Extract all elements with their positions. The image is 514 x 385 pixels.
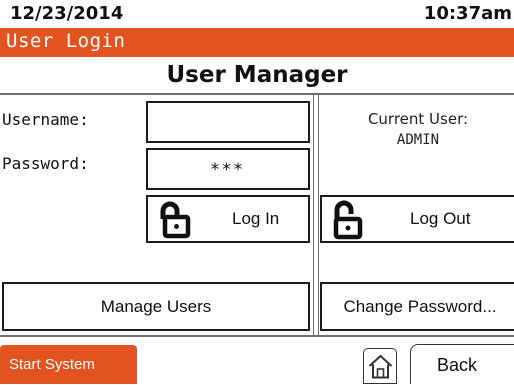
password-label: Password: [2, 154, 89, 173]
username-field[interactable] [146, 101, 310, 143]
footer-divider [0, 335, 514, 337]
screen-header-title: User Login [6, 30, 126, 52]
password-value: *** [210, 160, 246, 180]
current-user-label: Current User: [367, 110, 469, 128]
home-icon [367, 353, 394, 380]
start-system-button[interactable]: Start System [0, 345, 137, 384]
lock-icon [154, 200, 194, 240]
manage-users-label: Manage Users [100, 296, 212, 316]
logout-button-label: Log Out [410, 209, 471, 228]
login-button[interactable]: Log In [146, 195, 310, 243]
screen-header: User Login [0, 28, 514, 57]
status-bar: 12/23/2014 10:37am [0, 0, 514, 28]
current-user-value: ADMIN [396, 132, 440, 148]
change-password-label: Change Password... [343, 296, 497, 316]
page-title: User Manager [166, 62, 348, 88]
login-button-label: Log In [232, 209, 280, 228]
status-time: 10:37am [423, 3, 512, 24]
home-button[interactable] [363, 348, 397, 384]
back-button[interactable]: Back [410, 344, 514, 384]
password-field[interactable]: *** [146, 148, 310, 190]
change-password-button[interactable]: Change Password... [320, 282, 514, 331]
panel-divider [313, 95, 319, 335]
manage-users-button[interactable]: Manage Users [2, 282, 310, 331]
page-title-bar: User Manager [0, 57, 514, 95]
unlock-icon [328, 200, 368, 240]
status-date: 12/23/2014 [10, 3, 124, 24]
username-label: Username: [2, 110, 89, 129]
logout-button[interactable]: Log Out [320, 195, 514, 243]
